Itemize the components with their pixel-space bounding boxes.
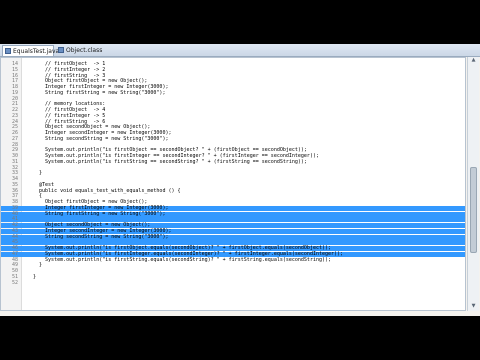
- code-line[interactable]: 19 String firstString = new String("3000…: [1, 89, 465, 96]
- code-line[interactable]: 50: [1, 269, 465, 274]
- tab-object-class[interactable]: Object.class: [56, 45, 106, 56]
- line-code[interactable]: }: [33, 274, 36, 280]
- code-line[interactable]: 27 String secondString = new String("300…: [1, 135, 465, 142]
- line-code[interactable]: // firstInteger -> 2: [33, 67, 105, 73]
- code-line[interactable]: 51}: [1, 273, 465, 280]
- code-line[interactable]: 39 Integer firstInteger = new Integer(30…: [1, 204, 465, 211]
- line-code[interactable]: System.out.println("is firstString == se…: [33, 159, 307, 165]
- code-line[interactable]: 32: [1, 165, 465, 171]
- line-number: 23: [11, 112, 18, 119]
- editor-tab-bar: EqualsTest.java × Object.class: [0, 44, 480, 66]
- code-line[interactable]: 34: [1, 177, 465, 182]
- code-editor[interactable]: 14 // firstObject -> 1 15 // firstInteger…: [0, 57, 466, 311]
- line-number: 52: [11, 279, 18, 286]
- code-line[interactable]: 31 System.out.println("is firstString ==…: [1, 158, 465, 165]
- line-number: 47: [11, 250, 18, 257]
- scroll-up-arrow-icon[interactable]: ▲: [469, 57, 478, 64]
- code-line[interactable]: 49 }: [1, 263, 465, 268]
- line-code[interactable]: public void equals_test_with_equals_meth…: [33, 188, 181, 194]
- line-number: 27: [11, 135, 18, 142]
- letterbox-top: [0, 0, 480, 44]
- line-code[interactable]: Integer firstInteger = new Integer(3000)…: [33, 205, 168, 211]
- code-line[interactable]: 40 String firstString = new String("3000…: [1, 211, 465, 217]
- line-number: 43: [11, 227, 18, 234]
- tab-label: EqualsTest.java: [13, 48, 60, 55]
- line-number: 35: [11, 181, 18, 188]
- scroll-thumb[interactable]: [470, 167, 477, 253]
- code-line[interactable]: 43 Integer secondInteger = new Integer(3…: [1, 227, 465, 234]
- line-code[interactable]: String secondString = new String("3000")…: [33, 234, 168, 240]
- class-file-icon: [58, 47, 64, 53]
- line-code[interactable]: }: [33, 263, 42, 268]
- line-code[interactable]: System.out.println("is firstInteger.equa…: [33, 251, 343, 257]
- letterbox-bottom: [0, 316, 480, 360]
- code-line[interactable]: 33 }: [1, 171, 465, 176]
- scroll-down-arrow-icon[interactable]: ▼: [469, 303, 478, 310]
- code-line[interactable]: 52: [1, 279, 465, 286]
- code-line[interactable]: 23 // firstInteger -> 5: [1, 112, 465, 119]
- line-number: 39: [11, 204, 18, 211]
- code-line[interactable]: 35 @Test: [1, 181, 465, 188]
- code-line[interactable]: 36 public void equals_test_with_equals_m…: [1, 188, 465, 194]
- line-code[interactable]: String firstString = new String("3000");: [33, 90, 165, 96]
- vertical-scrollbar[interactable]: ▲ ▼: [467, 57, 479, 311]
- code-line[interactable]: 44 String secondString = new String("300…: [1, 234, 465, 240]
- line-code[interactable]: // firstInteger -> 5: [33, 113, 105, 119]
- editor-window: EqualsTest.java × Object.class 14 // fir…: [0, 44, 480, 316]
- line-number: 51: [11, 273, 18, 280]
- code-line[interactable]: 47 System.out.println("is firstInteger.e…: [1, 250, 465, 257]
- code-line[interactable]: 48 System.out.println("is firstString.eq…: [1, 257, 465, 263]
- line-code[interactable]: String firstString = new String("3000");: [33, 211, 165, 217]
- line-number: 31: [11, 158, 18, 165]
- line-code[interactable]: @Test: [33, 182, 54, 188]
- tab-equals-test[interactable]: EqualsTest.java ×: [2, 45, 59, 66]
- line-code[interactable]: System.out.println("is firstString.equal…: [33, 257, 331, 263]
- line-number: 19: [11, 89, 18, 96]
- java-file-icon: [5, 48, 11, 54]
- line-number: 15: [11, 66, 18, 73]
- line-code[interactable]: Integer secondInteger = new Integer(3000…: [33, 228, 171, 234]
- tab-label: Object.class: [66, 47, 103, 54]
- line-code[interactable]: String secondString = new String("3000")…: [33, 136, 168, 142]
- line-code[interactable]: }: [33, 171, 42, 176]
- code-line[interactable]: 15 // firstInteger -> 2: [1, 66, 465, 73]
